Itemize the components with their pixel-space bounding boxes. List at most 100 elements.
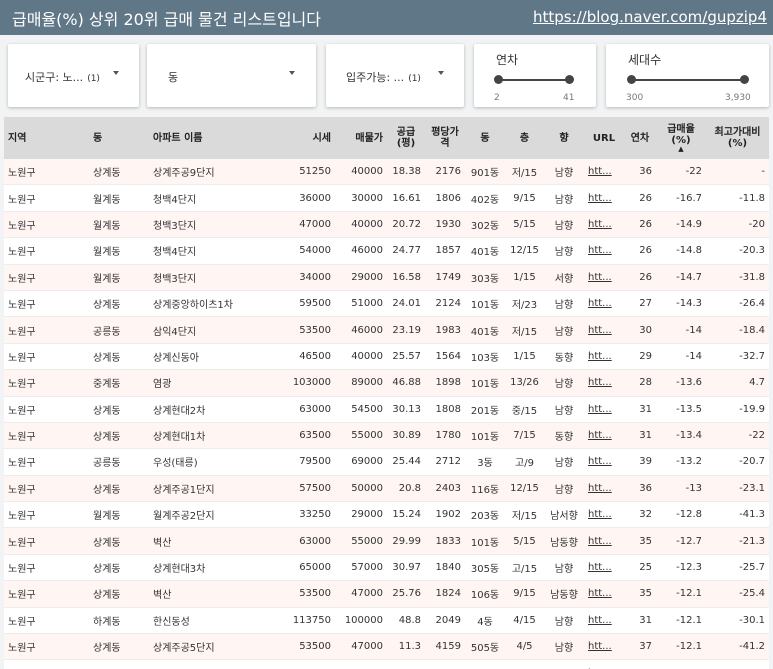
cell-url-link[interactable]: htt... [584, 369, 624, 397]
cell-vs-peak: -23.1 [706, 475, 769, 503]
cell-age: 30 [624, 316, 656, 344]
col-header-apt-name[interactable]: 아파트 이름 [149, 117, 277, 159]
table-row: 노원구 상계동 상계주공5단지 53500 47000 11.3 4159 505동 4/5 남향… [4, 633, 769, 661]
cell-url-link[interactable]: htt... [584, 554, 624, 582]
col-header-discount-rate[interactable]: 급매율(%) ▲ [656, 117, 706, 159]
yeoncha-slider-min-handle[interactable] [494, 75, 503, 84]
cell-listing-price: 77000 [335, 659, 387, 669]
cell-discount-rate: -12.1 [656, 580, 706, 608]
col-header-region[interactable]: 지역 [4, 117, 89, 159]
cell-floor: 고/15 [505, 554, 544, 582]
cell-apt-name: 삼익4단지 [149, 316, 277, 344]
cell-direction: 남향 [544, 237, 584, 265]
cell-listing-price: 57000 [335, 554, 387, 582]
cell-url-link[interactable]: htt... [584, 501, 624, 529]
sigungu-filter[interactable]: 시군구: 노... (1) [8, 44, 139, 107]
ipju-filter-label: 입주가능: ... [346, 71, 405, 84]
cell-vs-peak: -41.3 [706, 501, 769, 529]
cell-url-link[interactable]: htt... [584, 527, 624, 555]
cell-url-link[interactable]: htt... [584, 264, 624, 291]
cell-discount-rate: -14.9 [656, 211, 706, 239]
cell-url-link[interactable]: htt... [584, 237, 624, 265]
table-row: 노원구 상계동 상계주공1단지 57500 50000 20.8 2403 116동 12/15… [4, 475, 769, 503]
cell-direction: 남향 [544, 316, 584, 344]
col-header-price-per-pyeong[interactable]: 평당가격 [425, 117, 465, 159]
cell-floor: 13/26 [505, 369, 544, 397]
blog-link[interactable]: https://blog.naver.com/gupzip4 [533, 8, 767, 26]
sedaesu-slider-max-handle[interactable] [740, 75, 749, 84]
cell-price-per-pyeong: 1808 [425, 396, 465, 423]
table-row: 노원구 상계동 상계현대3차 65000 57000 30.97 1840 305동 고/15 남… [4, 554, 769, 582]
col-header-listing-price[interactable]: 매물가 [335, 117, 387, 159]
col-header-supply-area[interactable]: 공급(평) [387, 117, 425, 159]
cell-dong: 상계동 [89, 633, 149, 661]
cell-url-link[interactable]: htt... [584, 396, 624, 423]
yeoncha-slider-label: 연차 [496, 53, 519, 67]
cell-supply-area: 24.01 [387, 290, 425, 318]
cell-vs-peak: - [706, 159, 769, 186]
cell-discount-rate: -14.8 [656, 237, 706, 265]
cell-supply-area: 16.58 [387, 264, 425, 291]
sort-asc-icon: ▲ [678, 144, 684, 153]
dong-filter[interactable]: 동 [147, 44, 316, 107]
cell-apt-name: 상계주공1단지 [149, 475, 277, 503]
yeoncha-slider[interactable]: 연차 2 41 [474, 44, 596, 107]
col-header-age[interactable]: 연차 [624, 117, 656, 159]
ipju-filter[interactable]: 입주가능: ... (1) [326, 44, 464, 107]
cell-vs-peak: -11.8 [706, 184, 769, 212]
table-row: 노원구 월계동 청백3단지 34000 29000 16.58 1749 303동 1/15 서향… [4, 264, 769, 291]
col-header-floor[interactable]: 층 [505, 117, 544, 159]
cell-age: 28 [624, 369, 656, 397]
table-row: 노원구 월계동 청백4단지 54000 46000 24.77 1857 401동 12/15 남… [4, 237, 769, 265]
cell-building: 101동 [465, 422, 505, 450]
cell-apt-name: 상계현대3차 [149, 554, 277, 582]
cell-discount-rate: -16.7 [656, 184, 706, 212]
cell-url-link[interactable]: htt... [584, 343, 624, 371]
cell-price-per-pyeong: 1833 [425, 527, 465, 555]
cell-direction: 남향 [544, 633, 584, 661]
col-header-building[interactable]: 동 [465, 117, 505, 159]
cell-region: 노원구 [4, 448, 89, 476]
cell-dong: 상계동 [89, 527, 149, 555]
sedaesu-slider[interactable]: 세대수 300 3,930 [606, 44, 769, 107]
cell-apt-name: 청백3단지 [149, 264, 277, 291]
cell-price-per-pyeong: 1857 [425, 237, 465, 265]
cell-region: 노원구 [4, 343, 89, 371]
cell-discount-rate: -12.8 [656, 501, 706, 529]
cell-url-link[interactable]: htt... [584, 659, 624, 669]
col-header-vs-peak[interactable]: 최고가대비(%) [706, 117, 769, 159]
cell-url-link[interactable]: htt... [584, 211, 624, 239]
cell-building: 203동 [465, 501, 505, 529]
cell-url-link[interactable]: htt... [584, 448, 624, 476]
cell-url-link[interactable]: htt... [584, 159, 624, 186]
sedaesu-slider-min-handle[interactable] [627, 75, 636, 84]
cell-listing-price: 55000 [335, 527, 387, 555]
cell-discount-rate: -14.7 [656, 264, 706, 291]
cell-price-per-pyeong: 1930 [425, 211, 465, 239]
cell-region: 노원구 [4, 475, 89, 503]
cell-url-link[interactable]: htt... [584, 184, 624, 212]
cell-floor: 저/23 [505, 290, 544, 318]
cell-floor: 12/15 [505, 237, 544, 265]
cell-age: 35 [624, 580, 656, 608]
cell-vs-peak: -30.1 [706, 607, 769, 635]
cell-age: 29 [624, 343, 656, 371]
col-header-market-price[interactable]: 시세 [277, 117, 335, 159]
cell-floor: 저/15 [505, 159, 544, 186]
col-header-direction[interactable]: 향 [544, 117, 584, 159]
cell-url-link[interactable]: htt... [584, 580, 624, 608]
sedaesu-slider-min-value: 300 [626, 93, 644, 103]
cell-url-link[interactable]: htt... [584, 316, 624, 344]
col-header-dong[interactable]: 동 [89, 117, 149, 159]
cell-url-link[interactable]: htt... [584, 607, 624, 635]
yeoncha-slider-max-handle[interactable] [565, 75, 574, 84]
cell-url-link[interactable]: htt... [584, 633, 624, 661]
cell-building: 116동 [465, 475, 505, 503]
cell-url-link[interactable]: htt... [584, 422, 624, 450]
cell-direction: 남향 [544, 554, 584, 582]
cell-apt-name: 한신동성 [149, 607, 277, 635]
cell-url-link[interactable]: htt... [584, 290, 624, 318]
cell-url-link[interactable]: htt... [584, 475, 624, 503]
col-header-url[interactable]: URL [584, 117, 624, 159]
cell-region: 노원구 [4, 633, 89, 661]
